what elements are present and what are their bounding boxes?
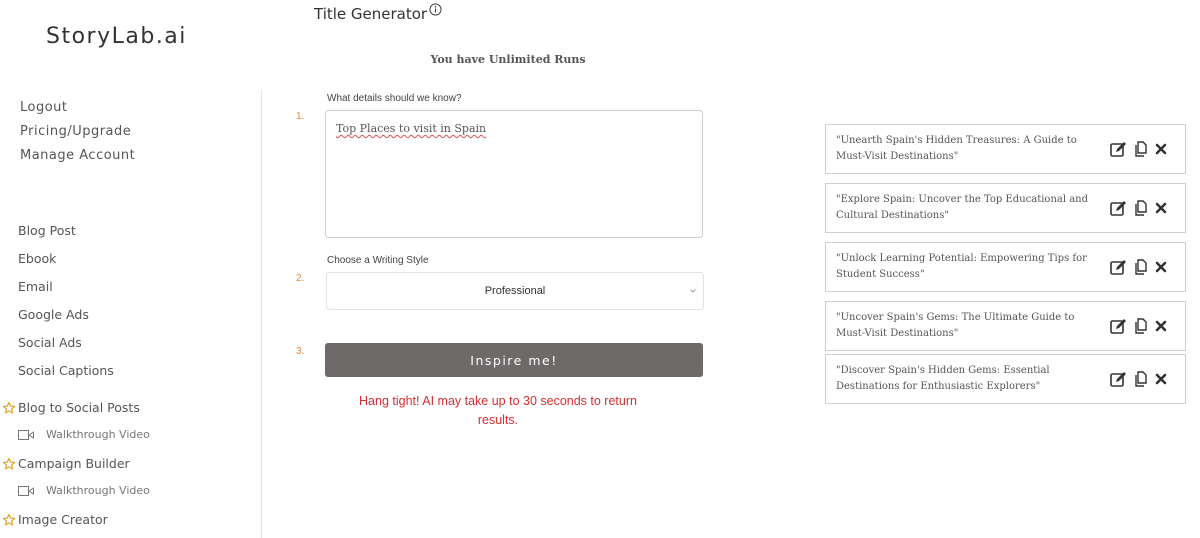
walkthrough-video-label: Walkthrough Video — [46, 428, 150, 441]
details-text: Top Places to visit in Spain — [336, 122, 487, 135]
video-camera-icon — [18, 429, 34, 440]
result-title: "Discover Spain's Hidden Gems: Essential… — [836, 365, 1050, 392]
page-title-text: Title Generator — [314, 5, 428, 23]
close-icon[interactable] — [1155, 320, 1167, 332]
result-card: "Discover Spain's Hidden Gems: Essential… — [825, 354, 1186, 404]
close-icon[interactable] — [1155, 202, 1167, 214]
copy-icon[interactable] — [1133, 371, 1149, 387]
copy-icon[interactable] — [1133, 259, 1149, 275]
details-label: What details should we know? — [327, 93, 462, 104]
pricing-upgrade-link[interactable]: Pricing/Upgrade — [20, 120, 135, 144]
close-icon[interactable] — [1155, 143, 1167, 155]
star-icon — [2, 457, 16, 470]
sidebar-item-image-creator[interactable]: Image Creator — [2, 512, 108, 527]
result-title: "Explore Spain: Uncover the Top Educatio… — [836, 194, 1089, 221]
close-icon[interactable] — [1155, 261, 1167, 273]
info-icon[interactable] — [429, 3, 442, 16]
logo: StoryLab.ai — [46, 24, 187, 49]
result-title: "Unlock Learning Potential: Empowering T… — [836, 253, 1087, 280]
walkthrough-video-label: Walkthrough Video — [46, 484, 150, 497]
step-number-1: 1. — [296, 111, 305, 122]
sidebar-item-google-ads[interactable]: Google Ads — [18, 307, 89, 322]
wait-warning: Hang tight! AI may take up to 30 seconds… — [359, 394, 637, 427]
page-title: Title Generator — [314, 3, 442, 23]
step-number-3: 3. — [296, 346, 305, 357]
edit-icon[interactable] — [1110, 371, 1127, 387]
result-card: "Uncover Spain's Gems: The Ultimate Guid… — [825, 301, 1186, 351]
result-title: "Unearth Spain's Hidden Treasures: A Gui… — [836, 135, 1077, 162]
close-icon[interactable] — [1155, 373, 1167, 385]
details-textarea[interactable]: Top Places to visit in Spain — [325, 110, 703, 238]
writing-style-select[interactable]: Professional — [326, 272, 704, 310]
walkthrough-video-link[interactable]: Walkthrough Video — [18, 428, 150, 441]
star-icon — [2, 513, 16, 526]
sidebar-item-ebook[interactable]: Ebook — [18, 251, 56, 266]
result-card: "Unearth Spain's Hidden Treasures: A Gui… — [825, 124, 1186, 174]
copy-icon[interactable] — [1133, 200, 1149, 216]
result-title: "Uncover Spain's Gems: The Ultimate Guid… — [836, 312, 1075, 339]
account-links: Logout Pricing/Upgrade Manage Account — [20, 96, 135, 168]
video-camera-icon — [18, 485, 34, 496]
walkthrough-video-link[interactable]: Walkthrough Video — [18, 484, 150, 497]
edit-icon[interactable] — [1110, 259, 1127, 275]
runs-status: You have Unlimited Runs — [430, 53, 586, 66]
writing-style-value: Professional — [484, 285, 546, 297]
manage-account-link[interactable]: Manage Account — [20, 144, 135, 168]
sidebar-item-social-captions[interactable]: Social Captions — [18, 363, 114, 378]
result-card: "Unlock Learning Potential: Empowering T… — [825, 242, 1186, 292]
sidebar-item-label: Blog to Social Posts — [18, 400, 140, 415]
sidebar-item-campaign-builder[interactable]: Campaign Builder — [2, 456, 130, 471]
sidebar-item-email[interactable]: Email — [18, 279, 53, 294]
writing-style-label: Choose a Writing Style — [327, 255, 429, 266]
sidebar-item-label: Campaign Builder — [18, 456, 130, 471]
sidebar-item-blog-post[interactable]: Blog Post — [18, 223, 76, 238]
edit-icon[interactable] — [1110, 200, 1127, 216]
edit-icon[interactable] — [1110, 318, 1127, 334]
sidebar-item-social-ads[interactable]: Social Ads — [18, 335, 82, 350]
copy-icon[interactable] — [1133, 318, 1149, 334]
logout-link[interactable]: Logout — [20, 96, 135, 120]
result-card: "Explore Spain: Uncover the Top Educatio… — [825, 183, 1186, 233]
sidebar-item-label: Image Creator — [18, 512, 108, 527]
star-icon — [2, 401, 16, 414]
sidebar-divider — [261, 90, 262, 538]
edit-icon[interactable] — [1110, 141, 1127, 157]
sidebar-item-blog-to-social[interactable]: Blog to Social Posts — [2, 400, 140, 415]
inspire-me-button[interactable]: Inspire me! — [325, 343, 703, 377]
step-number-2: 2. — [296, 273, 305, 284]
chevron-down-icon — [690, 289, 696, 293]
copy-icon[interactable] — [1133, 141, 1149, 157]
